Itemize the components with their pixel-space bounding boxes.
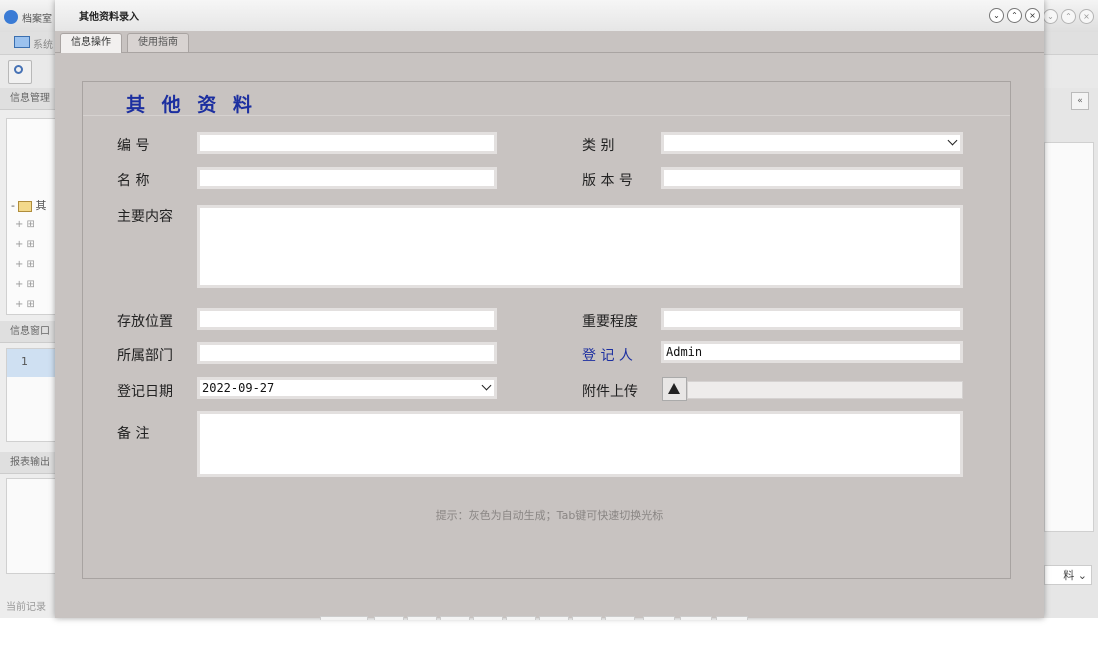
name-label: 名 称	[117, 173, 150, 189]
category-label: 类 别	[582, 138, 615, 154]
bottom-button[interactable]	[473, 616, 503, 620]
minimize-icon[interactable]: ⌄	[989, 8, 1004, 23]
bottom-button[interactable]	[680, 616, 712, 620]
other-materials-dialog: 其他资料录入 ⌄ ⌃ × 信息操作 使用指南 其 他 资 料 编 号 类 别 名…	[55, 0, 1044, 620]
bg-tree-item[interactable]: + ⊞	[15, 279, 35, 290]
dialog-titlebar[interactable]: 其他资料录入 ⌄ ⌃ ×	[55, 0, 1044, 31]
bottom-button[interactable]	[643, 616, 675, 620]
bg-system-menu-icon[interactable]	[14, 36, 30, 48]
bottom-button[interactable]	[506, 616, 536, 620]
content-label: 主要内容	[117, 209, 173, 225]
bg-tree-folder[interactable]: - 其	[11, 197, 46, 213]
bottom-button[interactable]	[716, 616, 748, 620]
bg-right-list	[1044, 142, 1094, 532]
bottom-button[interactable]	[407, 616, 437, 620]
upload-button[interactable]	[662, 377, 687, 401]
registrar-input[interactable]: Admin	[661, 341, 963, 363]
dialog-window-controls: ⌄ ⌃ ×	[989, 8, 1040, 23]
remarks-label: 备 注	[117, 426, 150, 442]
reg-date-label: 登记日期	[117, 384, 173, 400]
importance-label: 重要程度	[582, 314, 638, 330]
bg-tree-item[interactable]: + ⊞	[15, 219, 35, 230]
registrar-value: Admin	[666, 345, 703, 359]
bg-window-controls: ⌄ ⌃ ×	[1043, 9, 1094, 24]
bg-tree-folder-label: 其	[35, 199, 47, 212]
search-icon	[14, 65, 23, 74]
bottom-button[interactable]	[374, 616, 404, 620]
category-select[interactable]	[661, 132, 963, 154]
hint-text: 提示：灰色为自动生成；Tab键可快速切换光标	[435, 509, 664, 522]
bg-system-menu[interactable]: 系统	[33, 36, 53, 51]
bg-maximize-icon[interactable]: ⌃	[1061, 9, 1076, 24]
bottom-button[interactable]	[605, 616, 635, 620]
bg-tree-item[interactable]: + ⊞	[15, 299, 35, 310]
bg-tree-item[interactable]: + ⊞	[15, 239, 35, 250]
upload-icon	[668, 383, 680, 394]
version-input[interactable]	[661, 167, 963, 189]
version-label: 版 本 号	[582, 173, 633, 189]
bg-info-list: 1	[6, 348, 62, 442]
bg-status-text: 当前记录	[6, 602, 46, 613]
bottom-button[interactable]	[572, 616, 602, 620]
bg-tree: + ⊞ + ⊞ + ⊞ + ⊞ + ⊞	[6, 118, 62, 315]
bottom-button[interactable]	[320, 616, 368, 620]
folder-icon	[18, 200, 33, 212]
tab-user-guide[interactable]: 使用指南	[127, 33, 189, 52]
bg-right-select[interactable]: 料 ⌄	[1044, 565, 1092, 585]
maximize-icon[interactable]: ⌃	[1007, 8, 1022, 23]
dialog-title: 其他资料录入	[79, 12, 139, 23]
bg-minimize-icon[interactable]: ⌄	[1043, 9, 1058, 24]
attachment-field[interactable]	[687, 381, 963, 399]
logo-icon	[4, 10, 18, 24]
remarks-textarea[interactable]	[197, 411, 963, 477]
importance-input[interactable]	[661, 308, 963, 330]
department-input[interactable]	[197, 342, 497, 364]
chevron-down-icon	[481, 380, 492, 391]
bg-panel-report: 报表输出	[0, 452, 60, 474]
form-heading: 其 他 资 料	[126, 94, 257, 116]
name-input[interactable]	[197, 167, 497, 189]
close-icon[interactable]: ×	[1025, 8, 1040, 23]
bg-info-row[interactable]: 1	[7, 349, 61, 377]
bg-tree-item[interactable]: + ⊞	[15, 259, 35, 270]
content-textarea[interactable]	[197, 205, 963, 288]
bg-panel-info-manage: 信息管理	[0, 88, 60, 110]
number-input[interactable]	[197, 132, 497, 154]
bg-search-button[interactable]	[8, 60, 32, 84]
heading-divider	[83, 115, 1010, 116]
reg-date-select[interactable]: 2022-09-27	[197, 377, 497, 399]
attachment-label: 附件上传	[582, 384, 638, 400]
collapse-icon[interactable]: «	[1071, 92, 1089, 110]
bg-panel-info-window: 信息窗口	[0, 321, 60, 343]
bg-close-icon[interactable]: ×	[1079, 9, 1094, 24]
reg-date-value: 2022-09-27	[202, 381, 275, 395]
department-label: 所属部门	[117, 348, 173, 364]
location-label: 存放位置	[117, 314, 173, 330]
dialog-tabs: 信息操作 使用指南	[55, 31, 1044, 53]
form-panel	[82, 81, 1011, 579]
bg-right-select-value: 料	[1063, 569, 1075, 582]
bg-report-list	[6, 478, 62, 574]
registrar-label: 登 记 人	[582, 348, 633, 364]
location-input[interactable]	[197, 308, 497, 330]
bottom-button[interactable]	[440, 616, 470, 620]
bottom-button[interactable]	[539, 616, 569, 620]
tab-info-operation[interactable]: 信息操作	[60, 33, 122, 53]
number-label: 编 号	[117, 138, 150, 154]
chevron-down-icon	[947, 135, 958, 146]
bg-app-title: 档案室	[22, 14, 52, 25]
